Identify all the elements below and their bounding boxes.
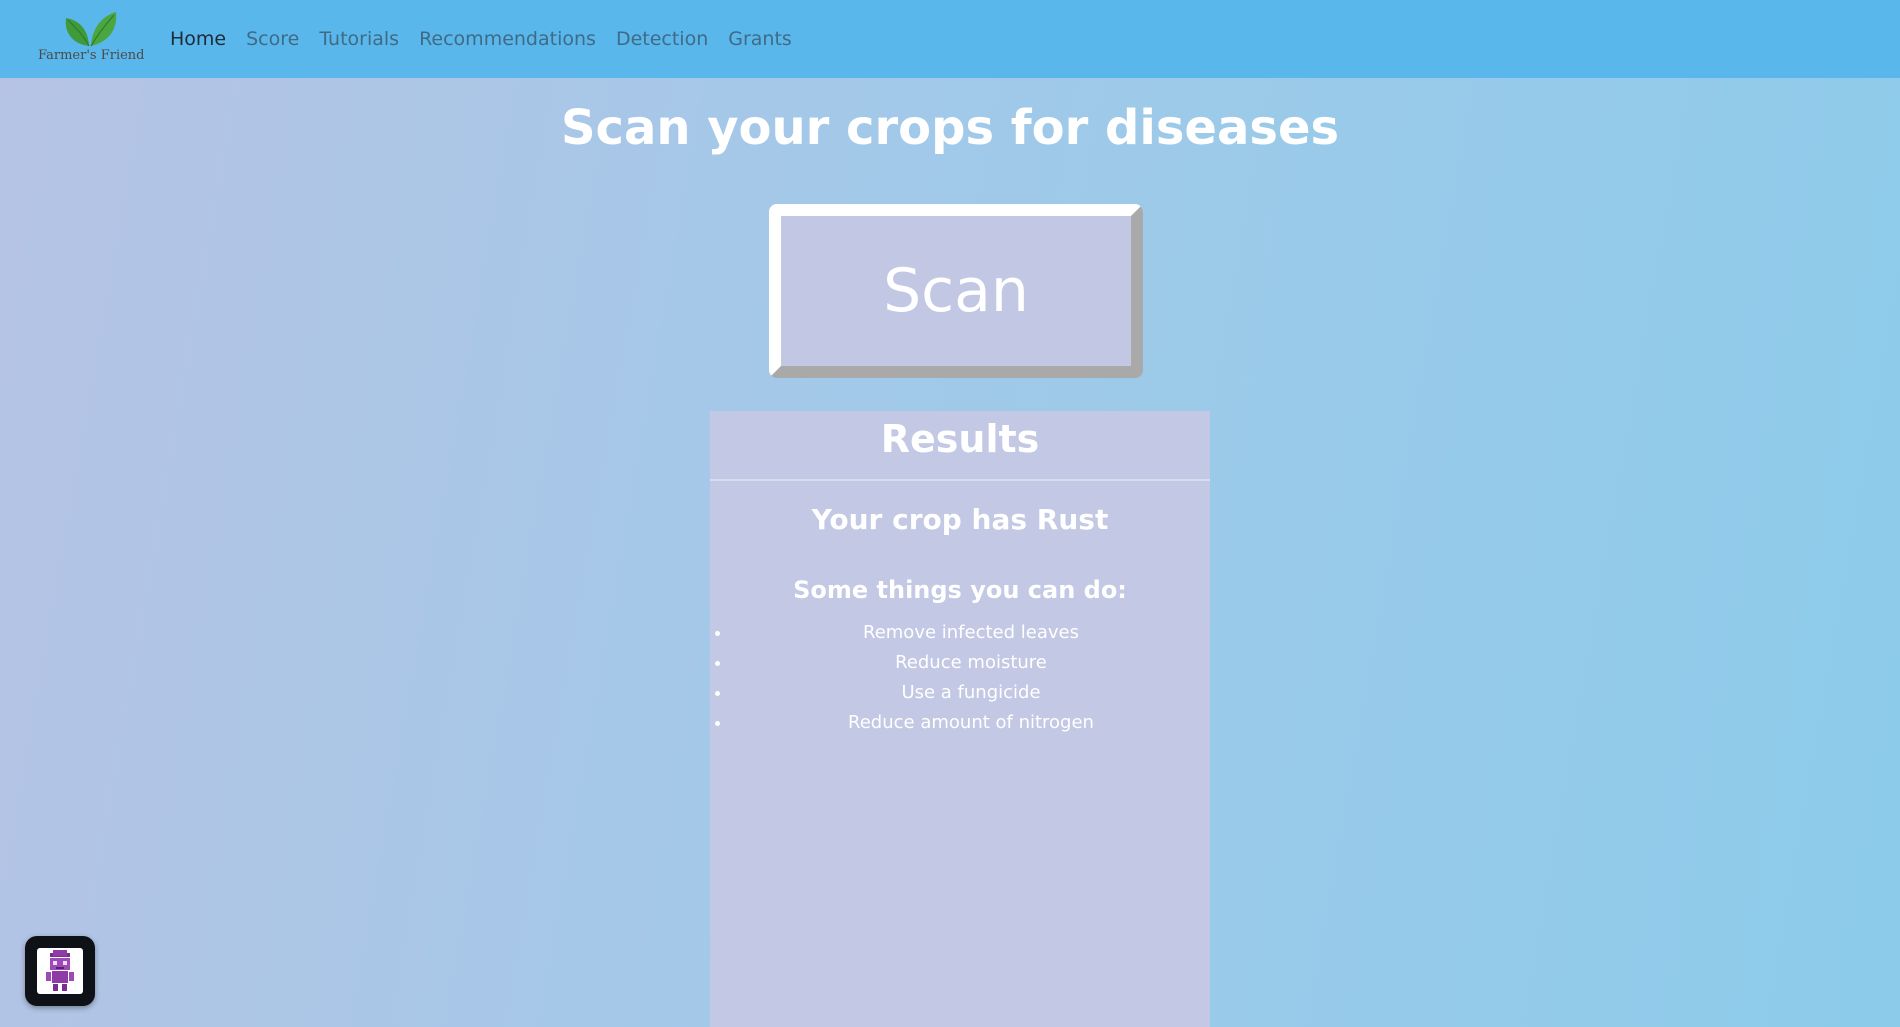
advice-item: Reduce amount of nitrogen bbox=[732, 708, 1210, 738]
diagnosis-text: Your crop has Rust bbox=[811, 503, 1109, 536]
chat-widget-button[interactable] bbox=[25, 936, 95, 1006]
top-navbar: Farmer's Friend Home Score Tutorials Rec… bbox=[0, 0, 1900, 78]
advice-heading: Some things you can do: bbox=[793, 576, 1127, 604]
nav-links: Home Score Tutorials Recommendations Det… bbox=[160, 0, 802, 78]
results-panel: Results Your crop has Rust Some things y… bbox=[710, 411, 1210, 1027]
brand-name: Farmer's Friend bbox=[38, 48, 145, 63]
advice-item: Remove infected leaves bbox=[732, 618, 1210, 648]
leaf-icon bbox=[65, 12, 117, 47]
brand-logo[interactable]: Farmer's Friend bbox=[38, 10, 145, 66]
nav-link-recommendations[interactable]: Recommendations bbox=[409, 28, 606, 50]
nav-link-score[interactable]: Score bbox=[236, 28, 309, 50]
advice-list: Remove infected leaves Reduce moisture U… bbox=[710, 618, 1210, 738]
nav-link-tutorials[interactable]: Tutorials bbox=[309, 28, 409, 50]
advice-item: Reduce moisture bbox=[732, 648, 1210, 678]
robot-avatar-icon bbox=[37, 948, 83, 994]
advice-item: Use a fungicide bbox=[732, 678, 1210, 708]
nav-link-grants[interactable]: Grants bbox=[718, 28, 802, 50]
page-title: Scan your crops for diseases bbox=[560, 100, 1340, 156]
scan-button[interactable]: Scan bbox=[769, 204, 1143, 378]
nav-link-detection[interactable]: Detection bbox=[606, 28, 718, 50]
results-title: Results bbox=[710, 411, 1210, 481]
nav-link-home[interactable]: Home bbox=[160, 28, 236, 50]
